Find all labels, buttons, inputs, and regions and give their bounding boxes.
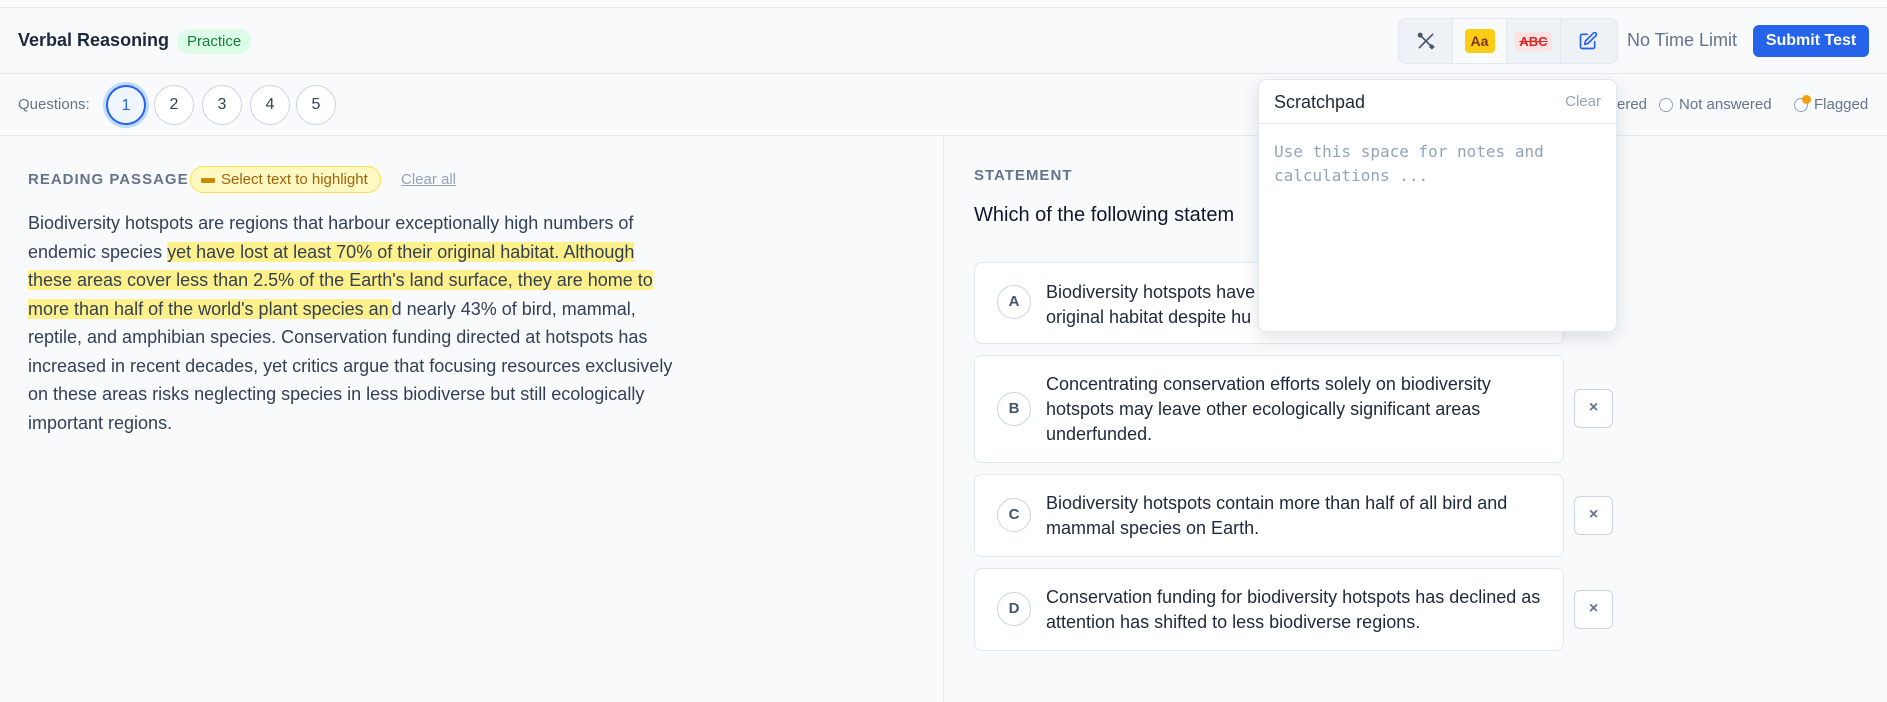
legend-not-answered: Not answered	[1659, 96, 1772, 113]
pencil-square-icon	[1579, 31, 1598, 50]
highlight-hint-label: Select text to highlight	[221, 171, 368, 188]
option-text-b: Concentrating conservation efforts solel…	[1046, 374, 1491, 444]
highlighter-icon	[201, 177, 215, 183]
passage-text[interactable]: Biodiversity hotspots are regions that h…	[28, 209, 678, 437]
scratchpad-clear-button[interactable]: Clear	[1565, 93, 1601, 110]
option-b[interactable]: B Concentrating conservation efforts sol…	[974, 355, 1564, 463]
text-size-button[interactable]: Aa	[1453, 19, 1507, 63]
scratchpad-textarea[interactable]	[1274, 140, 1604, 320]
tools-button[interactable]	[1399, 19, 1453, 63]
practice-badge: Practice	[177, 29, 252, 54]
question-button-4[interactable]: 4	[250, 85, 290, 125]
eliminate-option-d-button[interactable]: ×	[1574, 590, 1613, 629]
option-letter-a: A	[997, 285, 1031, 319]
question-text: Which of the following statem	[974, 204, 1235, 226]
option-text-d: Conservation funding for biodiversity ho…	[1046, 587, 1541, 632]
question-button-1[interactable]: 1	[106, 85, 146, 125]
tools-icon	[1417, 32, 1435, 50]
time-limit-label: No Time Limit	[1627, 30, 1738, 50]
passage-panel: READING PASSAGE Select text to highlight…	[0, 136, 944, 702]
option-text-c: Biodiversity hotspots contain more than …	[1046, 493, 1508, 538]
legend-not-answered-label: Not answered	[1679, 96, 1772, 113]
spellcheck-button[interactable]: ABC	[1507, 19, 1561, 63]
flag-dot-icon	[1794, 94, 1811, 112]
page-title: Verbal Reasoning	[18, 30, 170, 50]
legend-answered: ered	[1617, 96, 1647, 113]
question-button-3[interactable]: 3	[202, 85, 242, 125]
statement-heading: STATEMENT	[974, 167, 1073, 184]
tools-toolbar: Aa ABC	[1398, 18, 1618, 64]
option-d[interactable]: D Conservation funding for biodiversity …	[974, 568, 1564, 651]
option-c[interactable]: C Biodiversity hotspots contain more tha…	[974, 474, 1564, 557]
legend-flagged-label: Flagged	[1814, 96, 1869, 113]
text-size-icon: Aa	[1464, 29, 1495, 53]
question-button-2[interactable]: 2	[154, 85, 194, 125]
scratchpad-panel: Scratchpad Clear	[1258, 79, 1617, 332]
questions-label: Questions:	[18, 96, 90, 113]
empty-circle-icon	[1659, 97, 1673, 112]
question-button-5[interactable]: 5	[296, 85, 336, 125]
passage-heading: READING PASSAGE	[28, 171, 189, 188]
scratchpad-title: Scratchpad	[1274, 92, 1366, 112]
app-header: Verbal Reasoning Practice Aa ABC No Time…	[0, 8, 1887, 74]
clear-all-highlights-link[interactable]: Clear all	[401, 171, 456, 188]
option-letter-b: B	[997, 392, 1031, 426]
submit-test-button[interactable]: Submit Test	[1753, 25, 1869, 57]
legend-flagged: Flagged	[1794, 94, 1869, 113]
legend-answered-label: ered	[1617, 96, 1648, 113]
spellcheck-off-icon: ABC	[1515, 31, 1552, 51]
notes-button[interactable]	[1561, 19, 1615, 63]
eliminate-option-b-button[interactable]: ×	[1574, 389, 1613, 428]
option-letter-c: C	[997, 498, 1031, 532]
option-letter-d: D	[997, 592, 1031, 626]
scratchpad-header: Scratchpad Clear	[1259, 80, 1616, 124]
highlight-hint-chip[interactable]: Select text to highlight	[190, 166, 381, 193]
eliminate-option-c-button[interactable]: ×	[1574, 496, 1613, 535]
